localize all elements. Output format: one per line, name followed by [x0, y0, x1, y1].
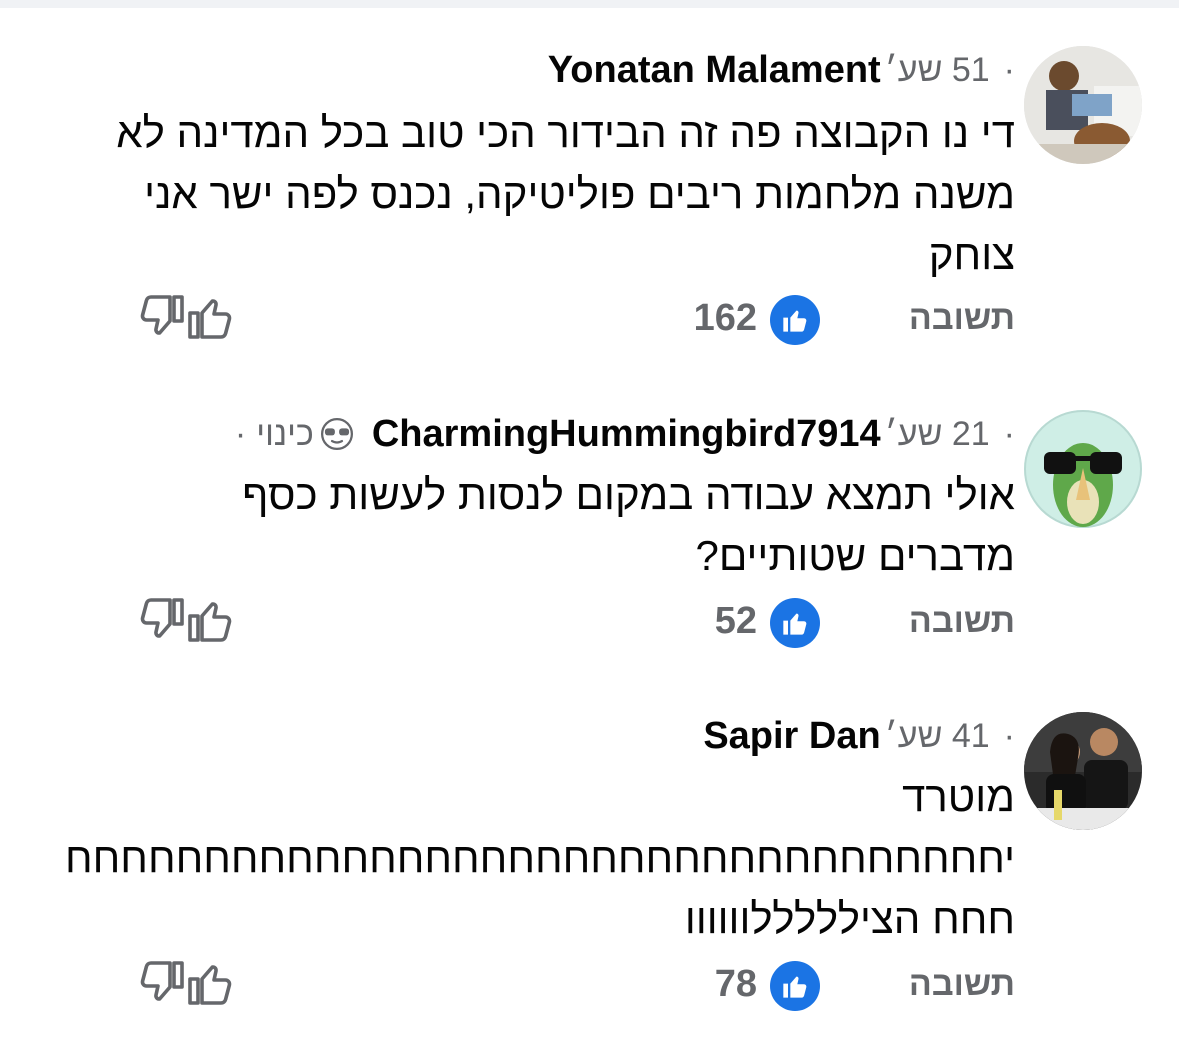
comment-text: מוטרד יחחחחחחחחחחחחחחחחחחחחחחחחחחחחחחחחח…: [65, 773, 1015, 942]
reply-button[interactable]: תשובה: [909, 602, 1015, 641]
separator-dot: ·: [234, 414, 247, 453]
comment-time[interactable]: 21 שע׳: [885, 415, 990, 454]
separator-dot: ·: [1003, 716, 1015, 755]
separator-dot: ·: [1003, 414, 1015, 453]
comment-author[interactable]: Sapir Dan: [703, 715, 880, 758]
avatar[interactable]: [1024, 712, 1142, 830]
like-reaction-icon: [770, 961, 820, 1011]
comment-time[interactable]: 51 שע׳: [885, 51, 990, 90]
separator-dot: ·: [1003, 50, 1015, 89]
reply-button[interactable]: תשובה: [909, 299, 1015, 338]
comment-text: אולי תמצא עבודה במקום לנסות לעשות כסף מד…: [242, 471, 1015, 579]
avatar[interactable]: [1024, 46, 1142, 164]
comment-text: די נו הקבוצה פה זה הבידור הכי טוב בכל המ…: [116, 109, 1015, 278]
top-divider: [0, 0, 1179, 8]
comment-author[interactable]: CharmingHummingbird7914: [372, 413, 881, 456]
like-reaction-icon: [770, 598, 820, 648]
like-icon[interactable]: [184, 594, 236, 651]
like-icon[interactable]: [184, 957, 236, 1014]
dislike-icon[interactable]: [136, 594, 188, 651]
like-icon[interactable]: [184, 291, 236, 348]
dislike-icon[interactable]: [136, 291, 188, 348]
sunglasses-icon: [320, 417, 354, 451]
avatar[interactable]: [1024, 410, 1142, 528]
nickname-label: כינוי: [256, 414, 314, 453]
like-reaction-icon: [770, 295, 820, 345]
like-count[interactable]: 162: [694, 297, 757, 340]
comment-author[interactable]: Yonatan Malament: [548, 49, 881, 92]
dislike-icon[interactable]: [136, 957, 188, 1014]
like-count[interactable]: 52: [715, 600, 757, 643]
like-count[interactable]: 78: [715, 963, 757, 1006]
comment-time[interactable]: 41 שע׳: [885, 717, 990, 756]
reply-button[interactable]: תשובה: [909, 965, 1015, 1004]
